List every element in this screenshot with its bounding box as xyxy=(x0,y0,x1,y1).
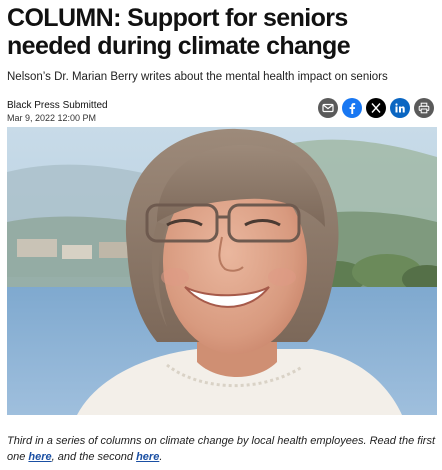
publish-date: Mar 9, 2022 12:00 PM xyxy=(7,113,97,123)
second-column-link[interactable]: here xyxy=(136,451,159,463)
x-share-button[interactable] xyxy=(366,98,386,118)
photo-caption: Third in a series of columns on climate … xyxy=(7,434,439,465)
caption-text-2: , and the second xyxy=(51,450,137,463)
first-column-link[interactable]: here xyxy=(28,451,51,463)
share-bar xyxy=(318,98,434,118)
article-photo xyxy=(7,127,437,415)
print-icon xyxy=(418,102,430,114)
facebook-icon xyxy=(349,103,356,114)
linkedin-icon xyxy=(395,103,405,113)
author-name: Black Press Submitted xyxy=(7,100,108,111)
email-icon xyxy=(322,103,334,113)
facebook-share-button[interactable] xyxy=(342,98,362,118)
linkedin-share-button[interactable] xyxy=(390,98,410,118)
print-share-button[interactable] xyxy=(414,98,434,118)
caption-text-3: . xyxy=(159,450,163,463)
portrait-image xyxy=(7,127,437,415)
email-share-button[interactable] xyxy=(318,98,338,118)
byline: Black Press Submitted Mar 9, 2022 12:00 … xyxy=(7,100,108,124)
article-headline: COLUMN: Support for seniors needed durin… xyxy=(7,4,351,60)
x-icon xyxy=(371,103,381,113)
article-subhead: Nelson’s Dr. Marian Berry writes about t… xyxy=(7,71,388,83)
